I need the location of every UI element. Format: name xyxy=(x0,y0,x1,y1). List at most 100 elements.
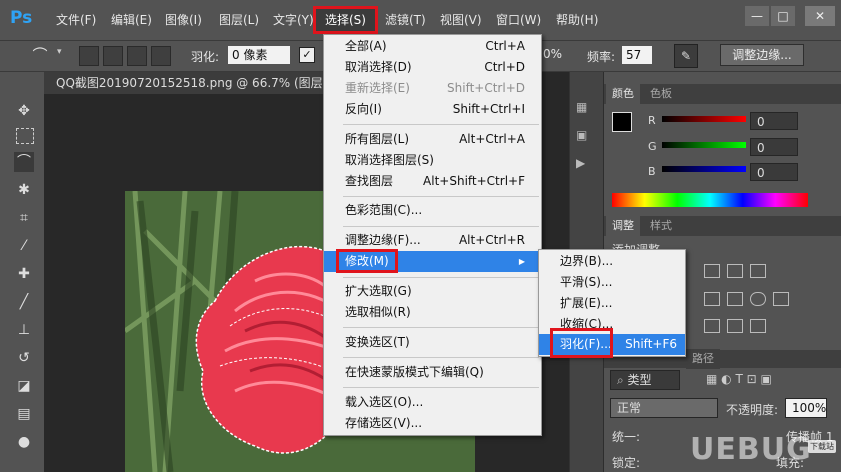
menu-item-label: 边界(B)... xyxy=(560,254,614,268)
menu-item-similar[interactable]: 选取相似(R) xyxy=(324,302,541,323)
frequency-field[interactable]: 57 xyxy=(622,46,652,64)
channel-mixer-icon[interactable] xyxy=(704,292,720,306)
color-spectrum-bar[interactable] xyxy=(612,193,808,207)
maximize-button[interactable]: □ xyxy=(771,6,795,26)
tab-paths[interactable]: 路径 xyxy=(686,349,720,369)
menu-help[interactable]: 帮助(H) xyxy=(556,10,598,30)
menu-item-shortcut: Alt+Ctrl+A xyxy=(459,132,525,146)
channel-b-slider[interactable] xyxy=(662,166,746,172)
refine-edge-button[interactable]: 调整边缘... xyxy=(720,44,804,66)
menu-item-shortcut: Ctrl+A xyxy=(485,39,525,53)
levels-icon[interactable] xyxy=(704,264,720,278)
menu-item-all-layers[interactable]: 所有图层(L) Alt+Ctrl+A xyxy=(324,129,541,150)
gradient-tool-icon[interactable]: ▤ xyxy=(14,404,34,424)
new-selection-icon[interactable] xyxy=(79,46,99,66)
play-action-icon[interactable]: ▶ xyxy=(576,156,585,170)
add-to-selection-icon[interactable] xyxy=(103,46,123,66)
menu-item-all[interactable]: 全部(A) Ctrl+A xyxy=(324,36,541,57)
marquee-tool-icon[interactable] xyxy=(16,128,34,144)
menu-image[interactable]: 图像(I) xyxy=(165,10,202,30)
tab-styles[interactable]: 样式 xyxy=(644,216,678,236)
menu-item-inverse[interactable]: 反向(I) Shift+Ctrl+I xyxy=(324,99,541,120)
menu-item-find-layers[interactable]: 查找图层 Alt+Shift+Ctrl+F xyxy=(324,171,541,192)
submenu-arrow-icon: ▶ xyxy=(518,257,525,266)
history-panel-icon[interactable]: ▦ xyxy=(576,100,587,114)
menu-separator xyxy=(343,196,539,197)
eraser-tool-icon[interactable]: ◪ xyxy=(14,376,34,396)
submenu-item-border[interactable]: 边界(B)... xyxy=(539,251,685,272)
tool-presets-icon[interactable]: ▣ xyxy=(576,128,587,142)
channel-r-field[interactable]: 0 xyxy=(750,112,798,130)
magic-wand-tool-icon[interactable]: ✱ xyxy=(14,180,34,200)
menu-edit[interactable]: 编辑(E) xyxy=(111,10,152,30)
watermark-badge: 下载站 xyxy=(808,440,836,453)
exposure-icon[interactable] xyxy=(750,264,766,278)
menu-filter[interactable]: 滤镜(T) xyxy=(385,10,426,30)
layer-filter-dropdown[interactable]: ⌕ 类型 xyxy=(610,370,680,390)
document-tab[interactable]: QQ截图20190720152518.png @ 66.7% (图层 0 xyxy=(44,72,334,94)
lasso-tool-preset-icon[interactable]: ⌒ xyxy=(30,45,50,65)
menu-separator xyxy=(343,124,539,125)
move-tool-icon[interactable]: ✥ xyxy=(14,101,34,121)
submenu-item-expand[interactable]: 扩展(E)... xyxy=(539,293,685,314)
blend-mode-dropdown[interactable]: 正常 xyxy=(610,398,718,418)
menu-view[interactable]: 视图(V) xyxy=(440,10,482,30)
healing-brush-tool-icon[interactable]: ✚ xyxy=(14,264,34,284)
layer-filter-label: 类型 xyxy=(627,373,652,387)
menu-item-refine-edge[interactable]: 调整边缘(F)... Alt+Ctrl+R xyxy=(324,230,541,251)
crop-tool-icon[interactable]: ⌗ xyxy=(14,208,34,228)
tab-adjustments[interactable]: 调整 xyxy=(606,216,640,236)
subtract-selection-icon[interactable] xyxy=(127,46,147,66)
close-button[interactable]: ✕ xyxy=(805,6,835,26)
submenu-item-smooth[interactable]: 平滑(S)... xyxy=(539,272,685,293)
brush-tool-icon[interactable]: ╱ xyxy=(14,292,34,312)
menu-select[interactable]: 选择(S) xyxy=(325,10,366,30)
menu-type[interactable]: 文字(Y) xyxy=(273,10,314,30)
foreground-color-swatch[interactable] xyxy=(612,112,632,132)
menu-item-save-selection[interactable]: 存储选区(V)... xyxy=(324,413,541,434)
photo-filter-icon[interactable] xyxy=(773,292,789,306)
intersect-selection-icon[interactable] xyxy=(151,46,171,66)
menu-item-label: 平滑(S)... xyxy=(560,275,613,289)
menu-item-transform-selection[interactable]: 变换选区(T) xyxy=(324,332,541,353)
width-value[interactable]: 0% xyxy=(543,47,562,61)
menu-item-color-range[interactable]: 色彩范围(C)... xyxy=(324,200,541,221)
menu-item-shortcut: Alt+Shift+Ctrl+F xyxy=(423,174,525,188)
channel-r-slider[interactable] xyxy=(662,116,746,122)
opacity-label: 不透明度: xyxy=(726,403,779,417)
curves-icon[interactable] xyxy=(727,264,743,278)
menu-file[interactable]: 文件(F) xyxy=(56,10,96,30)
invert-icon[interactable] xyxy=(704,319,720,333)
clone-stamp-tool-icon[interactable]: ⊥ xyxy=(14,320,34,340)
eyedropper-tool-icon[interactable]: ⁄ xyxy=(14,236,34,256)
opacity-field[interactable]: 100% xyxy=(785,398,827,418)
posterize-icon[interactable] xyxy=(727,319,743,333)
anti-alias-checkbox[interactable]: ✓ xyxy=(299,47,315,63)
color-lookup-icon[interactable] xyxy=(727,292,743,306)
channel-g-slider[interactable] xyxy=(662,142,746,148)
menu-item-load-selection[interactable]: 载入选区(O)... xyxy=(324,392,541,413)
menu-item-deselect-layers[interactable]: 取消选择图层(S) xyxy=(324,150,541,171)
menu-layer[interactable]: 图层(L) xyxy=(219,10,259,30)
channel-g-field[interactable]: 0 xyxy=(750,138,798,156)
blur-tool-icon[interactable]: ● xyxy=(14,432,34,452)
menu-separator xyxy=(343,387,539,388)
chevron-down-icon[interactable]: ▾ xyxy=(57,47,62,57)
menu-item-label: 取消选择(D) xyxy=(345,60,412,74)
lasso-tool-icon[interactable]: ⌒ xyxy=(14,152,34,172)
feather-field[interactable]: 0 像素 xyxy=(228,46,290,64)
menu-item-quick-mask[interactable]: 在快速蒙版模式下编辑(Q) xyxy=(324,362,541,383)
filter-pixel-icon[interactable]: ▦ ◐ T ⊡ ▣ xyxy=(706,372,772,386)
minimize-button[interactable]: — xyxy=(745,6,769,26)
channel-b-field[interactable]: 0 xyxy=(750,163,798,181)
menu-window[interactable]: 窗口(W) xyxy=(496,10,541,30)
menu-item-deselect[interactable]: 取消选择(D) Ctrl+D xyxy=(324,57,541,78)
gradient-map-icon[interactable] xyxy=(750,319,766,333)
history-brush-tool-icon[interactable]: ↺ xyxy=(14,348,34,368)
menu-item-label: 扩展(E)... xyxy=(560,296,613,310)
pen-pressure-icon[interactable]: ✎ xyxy=(674,44,698,68)
menu-item-grow[interactable]: 扩大选取(G) xyxy=(324,281,541,302)
selective-color-icon[interactable] xyxy=(750,292,766,306)
tab-swatches[interactable]: 色板 xyxy=(644,84,678,104)
tab-color[interactable]: 颜色 xyxy=(606,84,640,104)
